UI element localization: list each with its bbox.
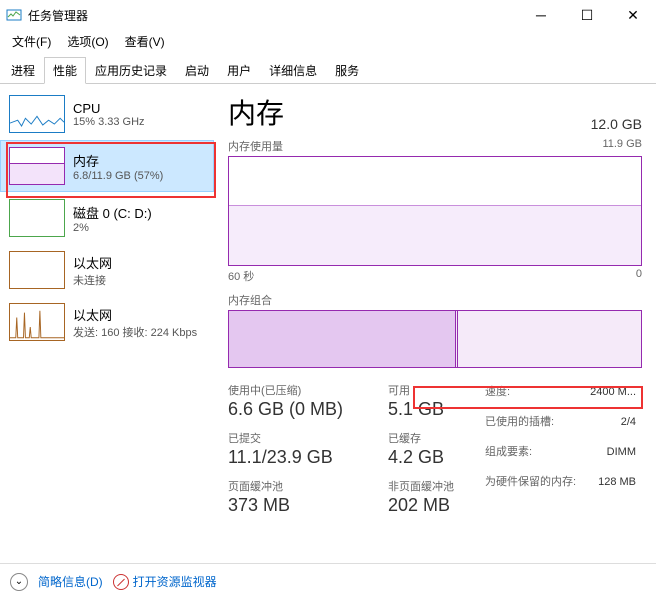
tab-performance[interactable]: 性能 (44, 57, 86, 84)
window-title: 任务管理器 (28, 7, 518, 24)
cpu-label: CPU (73, 101, 145, 116)
sidebar-item-memory[interactable]: 内存 6.8/11.9 GB (57%) (0, 140, 214, 192)
tab-users[interactable]: 用户 (218, 57, 260, 84)
in-use-label: 使用中(已压缩) (228, 382, 388, 398)
tab-processes[interactable]: 进程 (2, 57, 44, 84)
nonpaged-value: 202 MB (388, 495, 483, 516)
in-use-value: 6.6 GB (0 MB) (228, 399, 388, 420)
committed-label: 已提交 (228, 430, 388, 446)
usage-chart-max: 11.9 GB (602, 138, 642, 154)
paged-label: 页面缓冲池 (228, 478, 388, 494)
memory-composition-chart[interactable] (228, 310, 642, 368)
app-icon (6, 7, 22, 23)
form-key: 组成要素: (485, 442, 607, 462)
memory-label: 内存 (73, 151, 163, 170)
memory-usage-chart[interactable] (228, 156, 642, 266)
main-panel: 内存 12.0 GB 内存使用量 11.9 GB 60 秒 0 内存组合 使用中… (214, 84, 656, 564)
nonpaged-label: 非页面缓冲池 (388, 478, 483, 494)
ethernet-0-label: 以太网 (73, 253, 112, 272)
stats-grid: 使用中(已压缩) 6.6 GB (0 MB) 已提交 11.1/23.9 GB … (228, 382, 642, 516)
maximize-button[interactable]: ☐ (564, 0, 610, 30)
slots-value: 2/4 (621, 412, 642, 432)
reserved-key: 为硬件保留的内存: (485, 472, 598, 492)
form-value: DIMM (607, 442, 642, 462)
total-memory: 12.0 GB (591, 116, 642, 132)
content: CPU 15% 3.33 GHz 内存 6.8/11.9 GB (57%) 磁盘… (0, 84, 656, 564)
sidebar-item-ethernet-0[interactable]: 以太网 未连接 (0, 244, 214, 296)
cpu-sparkline (9, 95, 65, 133)
ethernet-0-sparkline (9, 251, 65, 289)
sidebar: CPU 15% 3.33 GHz 内存 6.8/11.9 GB (57%) 磁盘… (0, 84, 214, 564)
footer: ⌄ 简略信息(D) 打开资源监视器 (0, 563, 656, 599)
paged-value: 373 MB (228, 495, 388, 516)
menubar: 文件(F) 选项(O) 查看(V) (0, 30, 656, 52)
ethernet-0-sub: 未连接 (73, 272, 112, 288)
tab-details[interactable]: 详细信息 (260, 57, 326, 84)
fewer-details-link[interactable]: 简略信息(D) (38, 573, 103, 590)
ethernet-1-sparkline (9, 303, 65, 341)
menu-options[interactable]: 选项(O) (61, 31, 114, 52)
sidebar-item-cpu[interactable]: CPU 15% 3.33 GHz (0, 88, 214, 140)
titlebar: 任务管理器 ─ ☐ ✕ (0, 0, 656, 30)
x-axis-end: 0 (636, 268, 642, 284)
disk-label: 磁盘 0 (C: D:) (73, 203, 152, 222)
resource-monitor-link[interactable]: 打开资源监视器 (113, 573, 217, 590)
cached-label: 已缓存 (388, 430, 483, 446)
disk-sparkline (9, 199, 65, 237)
tab-history[interactable]: 应用历史记录 (86, 57, 176, 84)
memory-sparkline (9, 147, 65, 185)
cached-value: 4.2 GB (388, 447, 483, 468)
prohibited-icon (113, 574, 129, 590)
available-label: 可用 (388, 382, 483, 398)
menu-view[interactable]: 查看(V) (119, 31, 171, 52)
speed-key: 速度: (485, 382, 590, 402)
ethernet-1-label: 以太网 (73, 305, 197, 324)
reserved-value: 128 MB (598, 472, 642, 492)
sidebar-item-disk[interactable]: 磁盘 0 (C: D:) 2% (0, 192, 214, 244)
menu-file[interactable]: 文件(F) (6, 31, 57, 52)
committed-value: 11.1/23.9 GB (228, 447, 388, 468)
minimize-button[interactable]: ─ (518, 0, 564, 30)
tab-bar: 进程 性能 应用历史记录 启动 用户 详细信息 服务 (0, 56, 656, 84)
close-button[interactable]: ✕ (610, 0, 656, 30)
ethernet-1-sub: 发送: 160 接收: 224 Kbps (73, 324, 197, 340)
chevron-down-icon[interactable]: ⌄ (10, 573, 28, 591)
tab-services[interactable]: 服务 (326, 57, 368, 84)
window-controls: ─ ☐ ✕ (518, 0, 656, 30)
tab-startup[interactable]: 启动 (176, 57, 218, 84)
page-title: 内存 (228, 92, 284, 132)
x-axis-start: 60 秒 (228, 268, 254, 284)
sidebar-item-ethernet-1[interactable]: 以太网 发送: 160 接收: 224 Kbps (0, 296, 214, 348)
cpu-sub: 15% 3.33 GHz (73, 116, 145, 128)
composition-label: 内存组合 (228, 292, 642, 308)
disk-sub: 2% (73, 222, 152, 234)
available-value: 5.1 GB (388, 399, 483, 420)
memory-sub: 6.8/11.9 GB (57%) (73, 170, 163, 182)
speed-value: 2400 M... (590, 382, 642, 402)
slots-key: 已使用的插槽: (485, 412, 621, 432)
usage-chart-label: 内存使用量 (228, 138, 283, 154)
